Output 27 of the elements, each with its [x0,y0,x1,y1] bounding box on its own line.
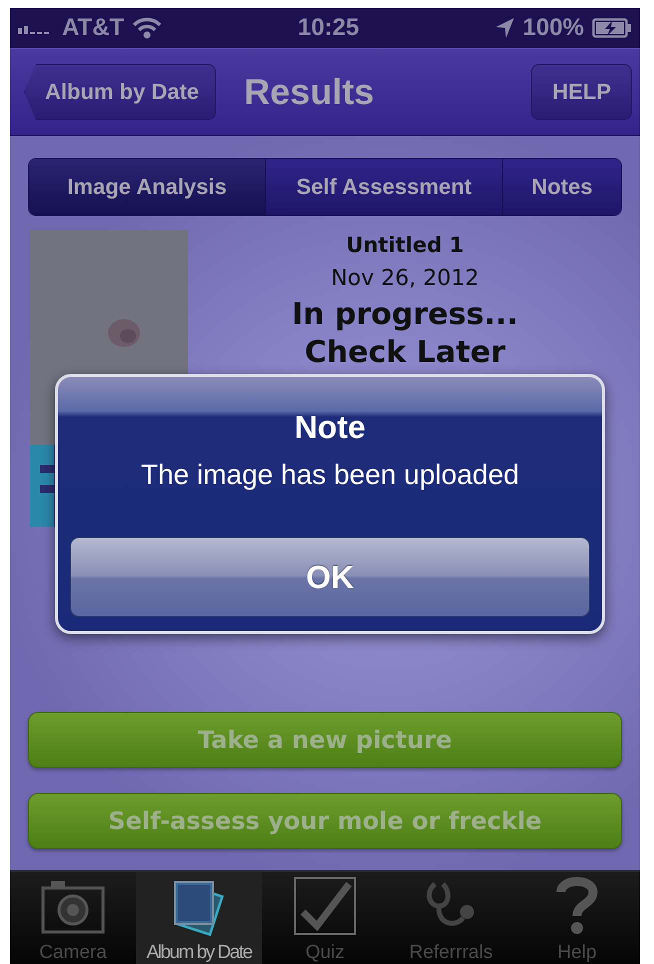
alert-title: Note [294,408,366,447]
alert-message: The image has been uploaded [140,458,520,492]
battery-percent: 100% [522,14,584,42]
result-date: Nov 26, 2012 [331,265,479,293]
help-button[interactable]: HELP [531,64,632,120]
segment-tab[interactable]: Image Analysis [29,159,265,215]
camera-icon [41,878,105,934]
ok-button[interactable]: OK [70,537,590,617]
back-button[interactable]: Album by Date [24,64,216,120]
result-name: Untitled 1 [346,232,464,259]
clock-time: 10:25 [298,14,360,42]
status-note: Check Later [304,334,506,372]
carrier-name: AT&T [62,14,124,42]
location-arrow-icon [494,17,515,39]
tab-bar-item[interactable]: Help [514,872,640,964]
battery-charging-icon [592,18,632,38]
segment-tab[interactable]: Self Assessment [265,159,502,215]
segment-tab[interactable]: Notes [502,159,621,215]
question-mark-icon [555,876,599,936]
status-text: In progress... [292,296,518,334]
tab-bar-item[interactable]: Quiz [262,872,388,964]
tab-bar-item[interactable]: Referrrals [388,872,514,964]
wifi-icon [132,17,162,39]
checkmark-icon [293,876,357,936]
tab-bar-item[interactable]: Album by Date [136,872,262,964]
tab-bar-item[interactable]: Camera [10,872,136,964]
screen-title: Results [244,71,376,113]
